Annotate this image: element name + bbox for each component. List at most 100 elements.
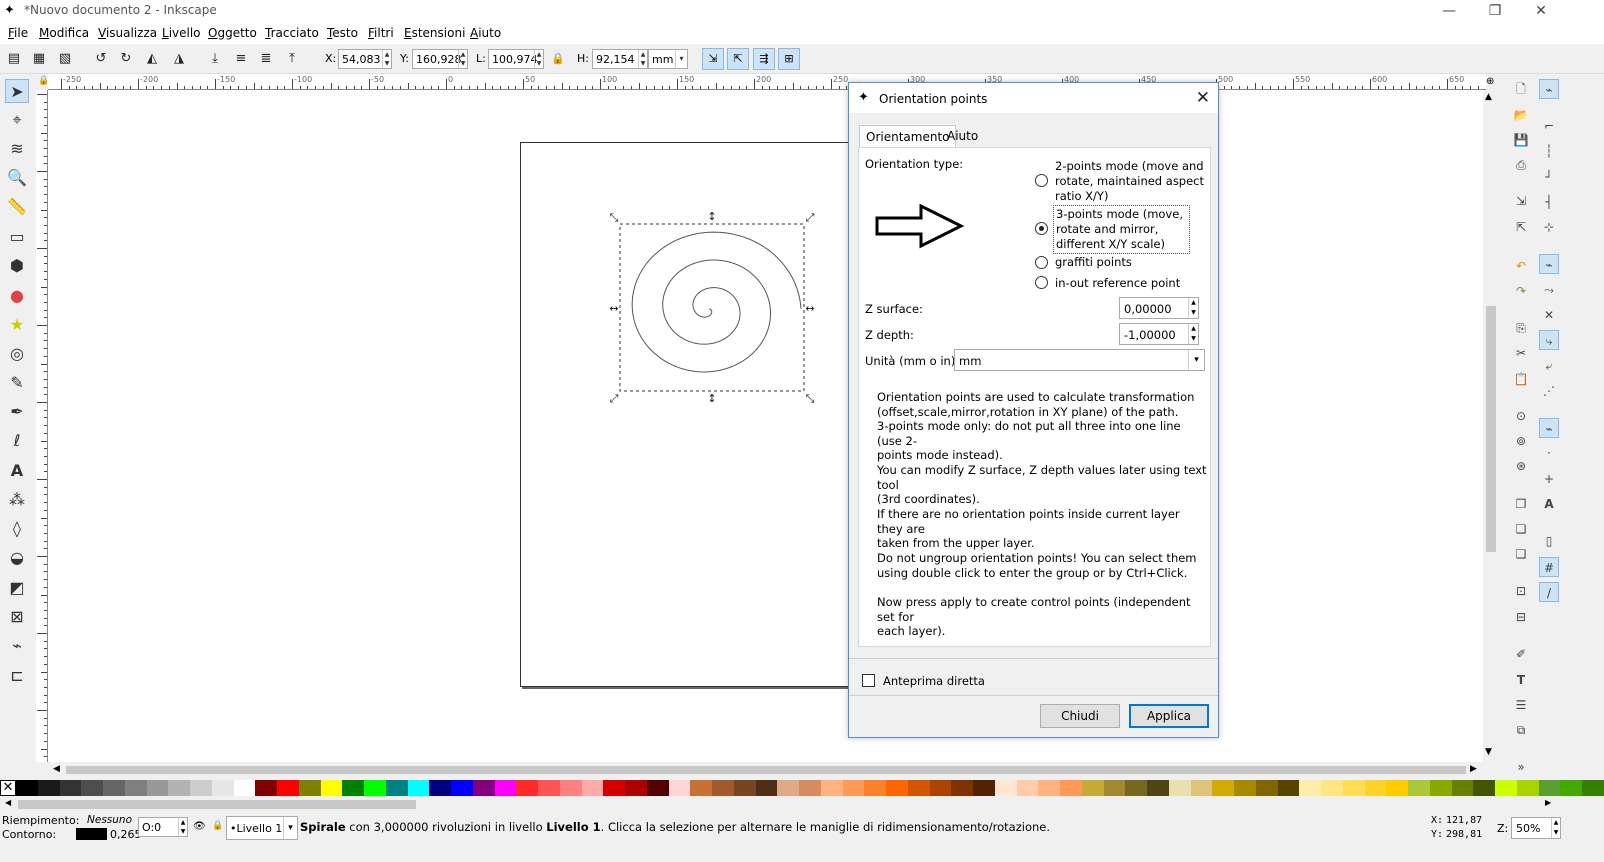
text-font-icon[interactable]: T (1511, 670, 1531, 690)
scale-handle-top-icon[interactable]: ↕ (707, 210, 716, 223)
width-stepper-icon[interactable]: ▲ ▼ (534, 50, 543, 68)
layers-icon[interactable]: ☰ (1511, 695, 1531, 715)
snap-bbox-corner-icon[interactable]: ┘ (1539, 167, 1559, 187)
canvas[interactable]: ⤡ ↕ ⤢ ↔ ↔ ⤢ ↕ ⤡ (48, 90, 1483, 762)
color-swatch[interactable] (1451, 780, 1474, 796)
z-surface-input[interactable]: 0,00000 ▲ ▼ (1119, 297, 1199, 319)
select-all-icon[interactable]: ▤ (5, 50, 23, 68)
snap-path-icon[interactable]: ⤳ (1539, 280, 1559, 300)
pencil-tool-icon[interactable]: ✎ (5, 371, 29, 395)
color-swatch[interactable] (1255, 780, 1278, 796)
vertical-scroll-thumb[interactable] (1486, 306, 1496, 552)
color-swatch[interactable] (298, 780, 321, 796)
zoom-input[interactable]: 50% ▲ ▼ (1511, 817, 1561, 839)
color-swatch[interactable] (37, 780, 60, 796)
color-swatch[interactable] (1299, 780, 1321, 796)
menu-estensioni[interactable]: Estensioni (404, 26, 465, 40)
scroll-left-icon[interactable]: ◀ (5, 798, 11, 807)
opacity-input[interactable]: O:0 ▲ ▼ (138, 817, 188, 837)
snap-cusp-icon[interactable]: ⤷ (1539, 330, 1559, 350)
color-swatch[interactable] (820, 780, 843, 796)
color-swatch[interactable] (211, 780, 234, 796)
color-swatch[interactable] (994, 780, 1017, 796)
scale-handle-bl-icon[interactable]: ⤢ (610, 392, 619, 405)
opacity-stepper-icon[interactable]: ▲ ▼ (178, 818, 187, 836)
rotate-cw-icon[interactable]: ↻ (117, 50, 135, 68)
duplicate-icon[interactable]: ❐ (1511, 494, 1531, 514)
color-swatch[interactable] (516, 780, 538, 796)
more-commands-icon[interactable]: » (1511, 757, 1531, 777)
color-swatch[interactable] (581, 780, 604, 796)
snap-bbox-center-icon[interactable]: ⊹ (1539, 217, 1559, 237)
color-swatch[interactable] (864, 780, 886, 796)
pen-tool-icon[interactable]: ✒ (5, 400, 29, 424)
close-icon[interactable]: ✕ (1518, 0, 1564, 22)
color-swatch[interactable] (103, 780, 125, 796)
scroll-left-icon[interactable]: ◀ (53, 764, 60, 774)
unlink-clone-icon[interactable]: ❑ (1511, 544, 1531, 564)
layer-select[interactable]: •Livello 1 ▾ (226, 816, 298, 840)
clone-icon[interactable]: ❏ (1511, 519, 1531, 539)
lower-icon[interactable]: ≡ (232, 50, 250, 68)
radio-2-points[interactable] (1035, 174, 1048, 187)
ruler-lock-icon[interactable]: 🔒 (38, 76, 49, 86)
tab-aiuto[interactable]: Aiuto (941, 125, 984, 147)
zoom-selection-icon[interactable]: ⊙ (1511, 406, 1531, 426)
scale-handle-br-icon[interactable]: ⤡ (806, 392, 815, 405)
z-depth-stepper-icon[interactable]: ▲ ▼ (1188, 324, 1198, 344)
color-swatch[interactable] (1147, 780, 1169, 796)
scale-corners-icon[interactable]: ⇱ (727, 48, 749, 70)
zoom-tool-icon[interactable]: 🔍 (5, 166, 29, 190)
height-input[interactable]: 92,154 ▲ ▼ (592, 49, 648, 69)
color-swatch[interactable] (1495, 780, 1517, 796)
color-swatch[interactable] (538, 780, 560, 796)
color-swatch[interactable] (472, 780, 495, 796)
no-paint-swatch-icon[interactable]: ✕ (0, 780, 16, 796)
scale-stroke-icon[interactable]: ⇲ (702, 48, 724, 70)
lower-bottom-icon[interactable]: ⤓ (206, 50, 224, 68)
undo-icon[interactable]: ↶ (1511, 256, 1531, 276)
close-icon[interactable]: ✕ (1196, 88, 1210, 108)
fill-stroke-icon[interactable]: ✐ (1511, 644, 1531, 664)
snap-guide-icon[interactable]: / (1539, 582, 1559, 602)
y-input[interactable]: 160,928 ▲ ▼ (412, 49, 468, 69)
color-swatch[interactable] (190, 780, 212, 796)
radio-in-out-reference[interactable] (1035, 276, 1048, 289)
save-icon[interactable]: 💾 (1511, 130, 1531, 150)
zoom-drawing-icon[interactable]: ⊚ (1511, 431, 1531, 451)
color-swatch[interactable] (1342, 780, 1365, 796)
scroll-right-icon[interactable]: ▶ (1470, 764, 1477, 774)
color-swatch[interactable] (799, 780, 821, 796)
x-input[interactable]: 54,083 ▲ ▼ (338, 49, 392, 69)
select-all-layers-icon[interactable]: ▦ (30, 50, 48, 68)
rectangle-tool-icon[interactable]: ▭ (5, 225, 29, 249)
group-icon[interactable]: ⊡ (1511, 581, 1531, 601)
radio-3-points[interactable] (1035, 222, 1048, 235)
chevron-down-icon[interactable]: ▾ (1188, 350, 1204, 370)
color-swatch[interactable] (733, 780, 756, 796)
raise-icon[interactable]: ≣ (257, 50, 275, 68)
color-swatch[interactable] (973, 780, 995, 796)
color-swatch[interactable] (146, 780, 169, 796)
dropper-tool-icon[interactable]: ⌁ (5, 634, 29, 658)
import-icon[interactable]: ⇲ (1511, 191, 1531, 211)
color-swatch[interactable] (1016, 780, 1039, 796)
snap-bbox-icon[interactable]: ⌐ (1539, 116, 1559, 136)
scale-handle-tl-icon[interactable]: ⤡ (610, 211, 619, 224)
scale-handle-tr-icon[interactable]: ⤢ (806, 211, 815, 224)
color-swatch[interactable] (16, 780, 38, 796)
color-swatch[interactable] (1277, 780, 1300, 796)
color-swatch[interactable] (712, 780, 734, 796)
color-swatch[interactable] (755, 780, 778, 796)
stroke-width[interactable]: 0,265 (110, 828, 142, 841)
zoom-page-icon[interactable]: ⊛ (1511, 456, 1531, 476)
color-swatch[interactable] (1516, 780, 1539, 796)
color-swatch[interactable] (168, 780, 190, 796)
menu-visualizza[interactable]: Visualizza (98, 26, 157, 40)
open-icon[interactable]: 📂 (1511, 105, 1531, 125)
eraser-tool-icon[interactable]: ◊ (5, 517, 29, 541)
radio-graffiti-points[interactable] (1035, 256, 1048, 269)
apply-button[interactable]: Applica (1129, 704, 1209, 728)
color-swatch[interactable] (124, 780, 147, 796)
color-swatch[interactable] (1408, 780, 1430, 796)
